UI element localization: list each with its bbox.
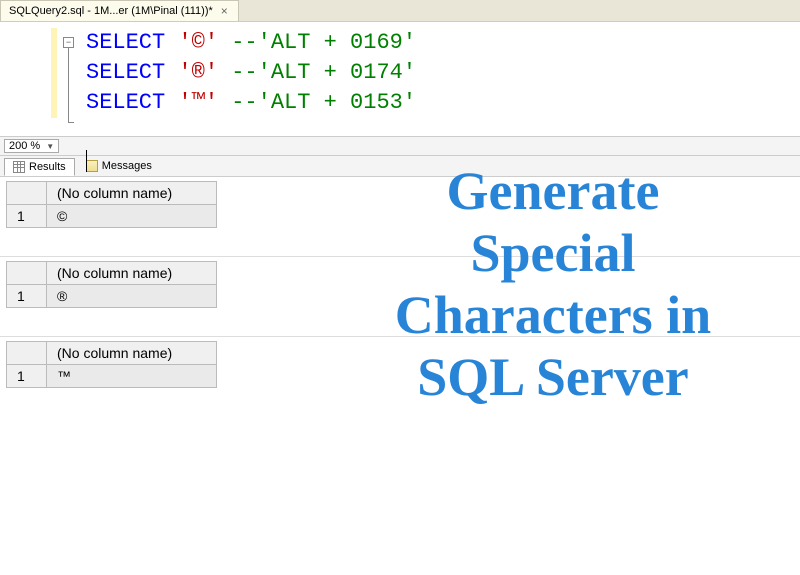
sql-comment: --'ALT + 0169' bbox=[231, 30, 416, 55]
sql-comment: --'ALT + 0153' bbox=[231, 90, 416, 115]
row-header[interactable]: 1 bbox=[7, 285, 47, 308]
column-header[interactable]: (No column name) bbox=[47, 182, 217, 205]
code-content: SELECT '©' --'ALT + 0169' SELECT '®' --'… bbox=[0, 28, 800, 118]
grid-cell[interactable]: ® bbox=[47, 285, 217, 308]
document-tab-bar: SQLQuery2.sql - 1M...er (1M\Pinal (111))… bbox=[0, 0, 800, 22]
result-grid[interactable]: (No column name) 1 ® bbox=[6, 261, 217, 308]
close-icon[interactable]: × bbox=[219, 4, 230, 18]
document-tab-title: SQLQuery2.sql - 1M...er (1M\Pinal (111))… bbox=[9, 5, 213, 17]
message-icon bbox=[86, 160, 98, 172]
grid-corner[interactable] bbox=[7, 342, 47, 365]
sql-keyword: SELECT bbox=[86, 30, 165, 55]
column-header[interactable]: (No column name) bbox=[47, 342, 217, 365]
column-header[interactable]: (No column name) bbox=[47, 262, 217, 285]
sql-string: '™' bbox=[178, 90, 218, 115]
sql-keyword: SELECT bbox=[86, 90, 165, 115]
tab-messages[interactable]: Messages bbox=[77, 157, 161, 175]
result-set: (No column name) 1 ® bbox=[0, 257, 800, 337]
row-header[interactable]: 1 bbox=[7, 205, 47, 228]
grid-corner[interactable] bbox=[7, 182, 47, 205]
chevron-down-icon: ▼ bbox=[46, 142, 54, 151]
sql-keyword: SELECT bbox=[86, 60, 165, 85]
sql-comment: --'ALT + 0174' bbox=[231, 60, 416, 85]
collapse-guide bbox=[68, 48, 69, 122]
results-tab-bar: Results Messages bbox=[0, 155, 800, 177]
sql-editor[interactable]: − SELECT '©' --'ALT + 0169' SELECT '®' -… bbox=[0, 22, 800, 136]
tab-messages-label: Messages bbox=[102, 160, 152, 172]
document-tab[interactable]: SQLQuery2.sql - 1M...er (1M\Pinal (111))… bbox=[0, 0, 239, 21]
grid-cell[interactable]: ™ bbox=[47, 365, 217, 388]
result-set: (No column name) 1 ™ bbox=[0, 337, 800, 416]
text-cursor bbox=[86, 150, 87, 172]
tab-results-label: Results bbox=[29, 161, 66, 173]
result-grid[interactable]: (No column name) 1 ™ bbox=[6, 341, 217, 388]
grid-icon bbox=[13, 161, 25, 173]
collapse-guide-end bbox=[68, 122, 74, 123]
sql-string: '®' bbox=[178, 60, 218, 85]
zoom-dropdown[interactable]: 200 % ▼ bbox=[4, 139, 59, 153]
results-pane: (No column name) 1 © (No column name) 1 … bbox=[0, 177, 800, 416]
sql-string: '©' bbox=[178, 30, 218, 55]
editor-gutter bbox=[51, 28, 57, 118]
zoom-toolbar: 200 % ▼ bbox=[0, 136, 800, 155]
result-grid[interactable]: (No column name) 1 © bbox=[6, 181, 217, 228]
tab-results[interactable]: Results bbox=[4, 158, 75, 176]
row-header[interactable]: 1 bbox=[7, 365, 47, 388]
zoom-value: 200 % bbox=[9, 140, 40, 152]
grid-corner[interactable] bbox=[7, 262, 47, 285]
result-set: (No column name) 1 © bbox=[0, 177, 800, 257]
collapse-toggle-icon[interactable]: − bbox=[63, 37, 74, 48]
grid-cell[interactable]: © bbox=[47, 205, 217, 228]
